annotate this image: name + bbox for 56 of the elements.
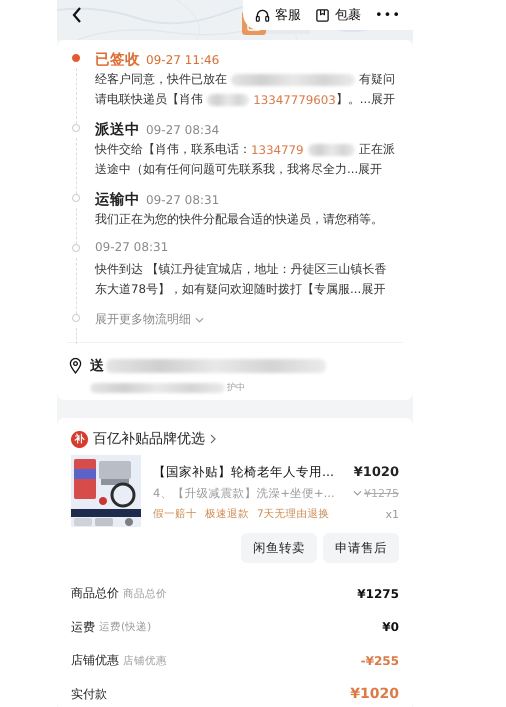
dropdown-icon (353, 490, 362, 496)
address-label: 送 (90, 357, 104, 375)
fee-label: 实付款 (71, 686, 107, 703)
redaction-blur (207, 94, 250, 106)
event-text: 】。...展开 (336, 92, 395, 108)
shop-badge: 补 (71, 430, 88, 448)
service-tag: 极速退款 (205, 507, 249, 521)
original-price: ¥1275 (364, 486, 399, 500)
product-variant: 4、【升级减震款】洗澡+坐便+... (153, 486, 335, 500)
product-title[interactable]: 【国家补贴】轮椅老年人专用... (153, 464, 334, 480)
status-label: 派送中 (95, 120, 140, 139)
chevron-down-icon (195, 317, 204, 323)
event-time: 09-27 08:31 (146, 193, 220, 207)
fee-value: ¥0 (382, 620, 399, 634)
status-label: 运输中 (95, 190, 140, 209)
redaction-blur (308, 144, 355, 156)
quantity: x1 (385, 508, 399, 520)
shop-link[interactable]: 百亿补贴品牌优选 (93, 430, 216, 448)
more-button[interactable]: ••• (374, 8, 401, 22)
service-tag: 假一赔十 (153, 507, 197, 521)
fee-value: ¥1020 (350, 686, 399, 702)
event-time: 09-27 08:34 (146, 123, 220, 137)
expand-link[interactable]: 展开更多物流明细 (95, 310, 204, 330)
action-button[interactable]: 闲鱼转卖 (241, 533, 317, 563)
action-button[interactable]: 申请售后 (323, 533, 399, 563)
action-button[interactable]: 客服 (254, 6, 301, 24)
fee-label: 店铺优惠 (71, 652, 119, 670)
event-time: 09-27 08:31 (95, 240, 168, 254)
fee-value: ¥1275 (357, 586, 399, 601)
box-icon (314, 8, 330, 22)
fee-label: 运费 (71, 618, 95, 636)
fee-sublabel: 运费(快递) (99, 620, 152, 634)
headset-icon (254, 8, 270, 22)
action-button[interactable]: 包裹 (314, 6, 361, 24)
event-text: 请电联快递员【肖伟 (95, 92, 203, 108)
product-price: ¥1020 (354, 464, 399, 480)
chevron-right-icon (210, 434, 216, 444)
location-pin-icon (69, 357, 82, 374)
event-text: 正在派 (359, 142, 395, 158)
status-label: 已签收 (95, 51, 140, 69)
fee-label: 商品总价 (71, 585, 119, 602)
event-text: 送途中（如有任何问题可先联系我，我将尽全力...展开 (95, 162, 382, 178)
event-text: 快件交给【肖伟，联系电话： (95, 142, 251, 158)
service-tag: 7天无理由退换 (257, 507, 330, 521)
address-note: 护中 (227, 382, 245, 394)
fee-sublabel: 店铺优惠 (123, 654, 167, 668)
event-text: 东大道78号】，如有疑问欢迎随时拨打【专属服...展开 (95, 282, 386, 298)
event-text: 快件到达 【镇江丹徒宜城店，地址：丹徒区三山镇长香 (95, 262, 387, 278)
back-icon[interactable] (71, 6, 83, 24)
fee-sublabel: 商品总价 (123, 586, 167, 601)
event-text: 我们正在为您的快件分配最合适的快递员，请您稍等。 (95, 212, 383, 228)
fee-value: -¥255 (360, 654, 399, 668)
timeline-dot (72, 314, 80, 322)
event-text: 经客户同意，快件已放在 (95, 72, 227, 88)
event-time: 09-27 11:46 (146, 53, 220, 67)
event-text: 有疑问 (359, 72, 395, 88)
